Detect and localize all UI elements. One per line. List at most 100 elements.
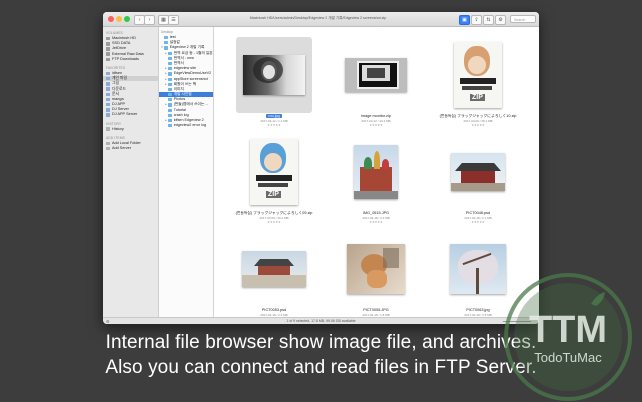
rating-stars[interactable]: ★★★★★ — [216, 220, 332, 224]
tree-item[interactable]: edgeview2 error log — [159, 123, 213, 128]
file-name-text: PICT0046.psd — [465, 211, 491, 215]
close-button[interactable] — [108, 16, 114, 22]
folder-icon — [168, 98, 173, 102]
folder-icon — [168, 72, 173, 76]
folder-tree: Desktop test 설정값 ▾ Edgeview 2 개발 기록 ▸ 번역 요금 등… — [159, 27, 214, 317]
thumbnail-art — [264, 153, 282, 171]
status-text: 1 of 9 selected, 17.8 MB, 99.06 GB avail… — [286, 319, 356, 323]
thumbnail-art — [460, 78, 496, 84]
thumbnail-art — [461, 171, 495, 183]
file-thumbnail[interactable]: ZIP — [236, 134, 312, 210]
folder-icon — [106, 82, 110, 86]
file-thumbnail[interactable]: ZIP — [440, 37, 516, 113]
title-bar: ‹ › ▦ ☰ Macintosh HD/Users/admin/Desktop… — [103, 12, 539, 27]
file-item[interactable]: IMG_0515.JPG 2017-02-18 / 3.4 MB ★★★★★ — [318, 134, 418, 226]
action-gear-icon[interactable]: ⚙ — [106, 318, 110, 324]
minimize-button[interactable] — [116, 16, 122, 22]
folder-icon — [106, 113, 110, 117]
app-window: ‹ › ▦ ☰ Macintosh HD/Users/admin/Desktop… — [103, 12, 539, 324]
thumbnail-art: ZIP — [470, 94, 485, 101]
file-thumbnail[interactable] — [236, 231, 312, 307]
logo-name: TodoTuMac — [534, 350, 602, 365]
file-thumbnail[interactable] — [338, 134, 414, 210]
thumbnail-art — [354, 145, 398, 199]
share-icon[interactable]: ⇪ — [471, 15, 482, 25]
todotumac-logo: TTM TodoTuMac — [504, 273, 632, 401]
thumbnail-art — [367, 270, 387, 288]
folder-icon — [106, 76, 110, 81]
thumbnail-art — [345, 58, 407, 92]
file-thumbnail[interactable] — [440, 134, 516, 210]
thumbnail-art — [382, 159, 389, 169]
thumbnail-view-button[interactable]: ▣ — [459, 15, 470, 25]
folder-icon — [106, 87, 110, 91]
rating-stars[interactable]: ★★★★★ — [420, 123, 536, 127]
rating-stars[interactable]: ★★★★★ — [318, 220, 434, 224]
folder-icon — [168, 87, 173, 92]
folder-icon — [106, 92, 110, 97]
folder-icon — [168, 113, 173, 117]
file-item[interactable]: PICT0055.JPG2017-02-18 / 1.8 MB★★★★★ — [318, 231, 418, 323]
drive-icon — [106, 52, 110, 56]
file-thumbnail[interactable] — [338, 231, 414, 307]
folder-icon — [168, 103, 173, 107]
file-item[interactable]: ZIP (번들특집) ブラックジャックによろしく10.zip 2017-03-09 … — [420, 37, 520, 129]
file-thumbnail[interactable] — [236, 37, 312, 113]
sidebar-section-title: VOLUMES — [106, 31, 123, 35]
thumbnail-art — [476, 268, 479, 294]
file-grid: rou.jpg 2017-03-12 / 1.1 MB ★★★★★ image mo… — [214, 27, 539, 321]
file-item[interactable]: image monitor.zip 2017-03-12 / 10.4 MB ★★★… — [318, 37, 418, 129]
folder-icon — [168, 51, 173, 55]
drive-icon — [106, 57, 110, 62]
thumbnail-art — [383, 248, 399, 268]
rating-stars[interactable]: ★★★★★ — [216, 123, 332, 127]
thumbnail-art — [455, 163, 501, 171]
thumbnail-art — [468, 56, 486, 74]
drive-icon — [106, 42, 110, 46]
file-thumbnail[interactable] — [338, 37, 414, 113]
search-input[interactable]: Search — [510, 15, 536, 23]
zoom-button[interactable] — [124, 16, 130, 22]
thumbnail-art: ZIP — [266, 191, 281, 198]
thumbnail-art: ZIP — [250, 139, 298, 205]
sidebar-section-title: HISTORY — [106, 121, 122, 126]
rating-stars[interactable]: ★★★★★ — [318, 123, 434, 127]
tree-item[interactable]: ▸ (번들)앱에서 쓰이는 ... — [159, 102, 213, 107]
file-item[interactable]: PICT0046.psd 2017-02-18 / 2.1 MB ★★★★★ — [420, 134, 520, 226]
file-name-text: PICT0063.jpg — [466, 308, 490, 312]
list-view-icon[interactable]: ☰ — [168, 15, 179, 25]
folder-icon — [168, 93, 173, 97]
thumbnail-art — [254, 259, 294, 266]
rating-stars[interactable]: ★★★★★ — [420, 220, 536, 224]
sidebar-item-label: Add Server — [112, 146, 131, 150]
thumbnail-art — [364, 157, 372, 169]
sidebar-item[interactable]: Add Server — [103, 146, 158, 151]
clock-icon — [106, 127, 110, 131]
file-item[interactable]: PICT0053.psd2017-02-18 / 2.3 MB★★★★★ — [216, 231, 316, 323]
sidebar: VOLUMES Macintosh HD SSD DATA JetDrive Exter… — [103, 27, 159, 317]
forward-button[interactable]: › — [144, 15, 155, 25]
thumbnail-art — [242, 275, 306, 287]
file-name: image monitor.zip — [318, 114, 434, 118]
thumbnail-art — [450, 244, 506, 294]
thumbnail-art: ZIP — [454, 42, 502, 108]
drive-icon — [106, 47, 110, 51]
file-name: PICT0046.psd — [420, 211, 536, 215]
folder-icon — [106, 102, 110, 107]
folder-icon — [168, 61, 173, 66]
sidebar-item-label: DJ APP Server — [112, 112, 138, 117]
plus-icon — [106, 141, 110, 146]
thumbnail-art — [451, 183, 505, 191]
sort-icon[interactable]: ⇅ — [483, 15, 494, 25]
gear-icon[interactable]: ⚙ — [495, 15, 506, 25]
thumbnail-art — [462, 86, 492, 90]
sidebar-section-title: FAVORITES — [106, 65, 126, 70]
file-item[interactable]: ZIP (번들특집) ブラックジャックによろしく09.zip 2017-03-09 … — [216, 134, 316, 226]
folder-icon — [168, 108, 173, 112]
thumbnail-art — [367, 68, 385, 78]
thumbnail-art — [451, 153, 505, 191]
file-name: rou.jpg — [216, 114, 332, 118]
file-item[interactable]: rou.jpg 2017-03-12 / 1.1 MB ★★★★★ — [216, 37, 316, 129]
sidebar-item-label: FTP Downloads — [112, 56, 139, 61]
file-name-text: image monitor.zip — [361, 114, 391, 118]
